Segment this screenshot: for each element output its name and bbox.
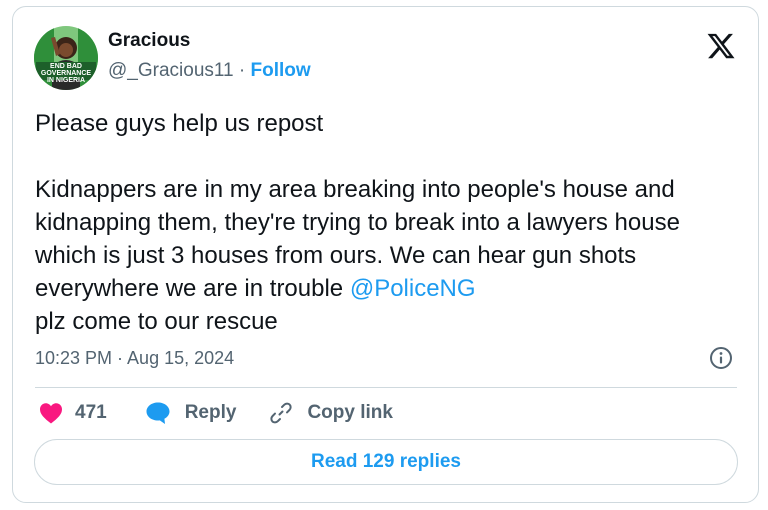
handle-separator: · [238, 60, 246, 81]
link-icon [270, 402, 293, 424]
author-handle[interactable]: @_Gracious11 [108, 60, 234, 81]
tweet-paragraph-end: plz come to our rescue [35, 308, 278, 335]
divider [35, 387, 737, 388]
info-icon[interactable] [709, 346, 733, 370]
reply-button[interactable]: Reply [145, 401, 237, 425]
mention-link[interactable]: @PoliceNG [350, 275, 476, 302]
x-logo-icon[interactable] [706, 31, 736, 61]
tweet-text: Please guys help us repost Kidnappers ar… [35, 107, 747, 338]
copy-link-button[interactable]: Copy link [269, 401, 393, 425]
copy-link-label: Copy link [307, 402, 393, 423]
follow-button[interactable]: Follow [251, 60, 311, 81]
avatar[interactable]: END BAD GOVERNANCE IN NIGERIA [34, 26, 98, 90]
tweet-card: END BAD GOVERNANCE IN NIGERIA Gracious @… [12, 6, 759, 503]
action-bar: 471 Reply Copy link [35, 399, 393, 427]
tweet-paragraph: Kidnappers are in my area breaking into … [35, 173, 747, 338]
tweet-timestamp[interactable]: 10:23 PM · Aug 15, 2024 [35, 348, 234, 369]
author-handle-row: @_Gracious11 · Follow [108, 60, 311, 82]
heart-icon [40, 403, 62, 424]
read-replies-button[interactable]: Read 129 replies [34, 439, 738, 485]
author-name[interactable]: Gracious [108, 30, 190, 52]
reply-label: Reply [184, 402, 237, 423]
like-count: 471 [75, 402, 107, 423]
tweet-line-1: Please guys help us repost [35, 110, 324, 137]
like-button[interactable]: 471 [39, 402, 107, 424]
avatar-text: END BAD GOVERNANCE IN NIGERIA [40, 63, 92, 84]
speech-bubble-icon [146, 402, 170, 424]
